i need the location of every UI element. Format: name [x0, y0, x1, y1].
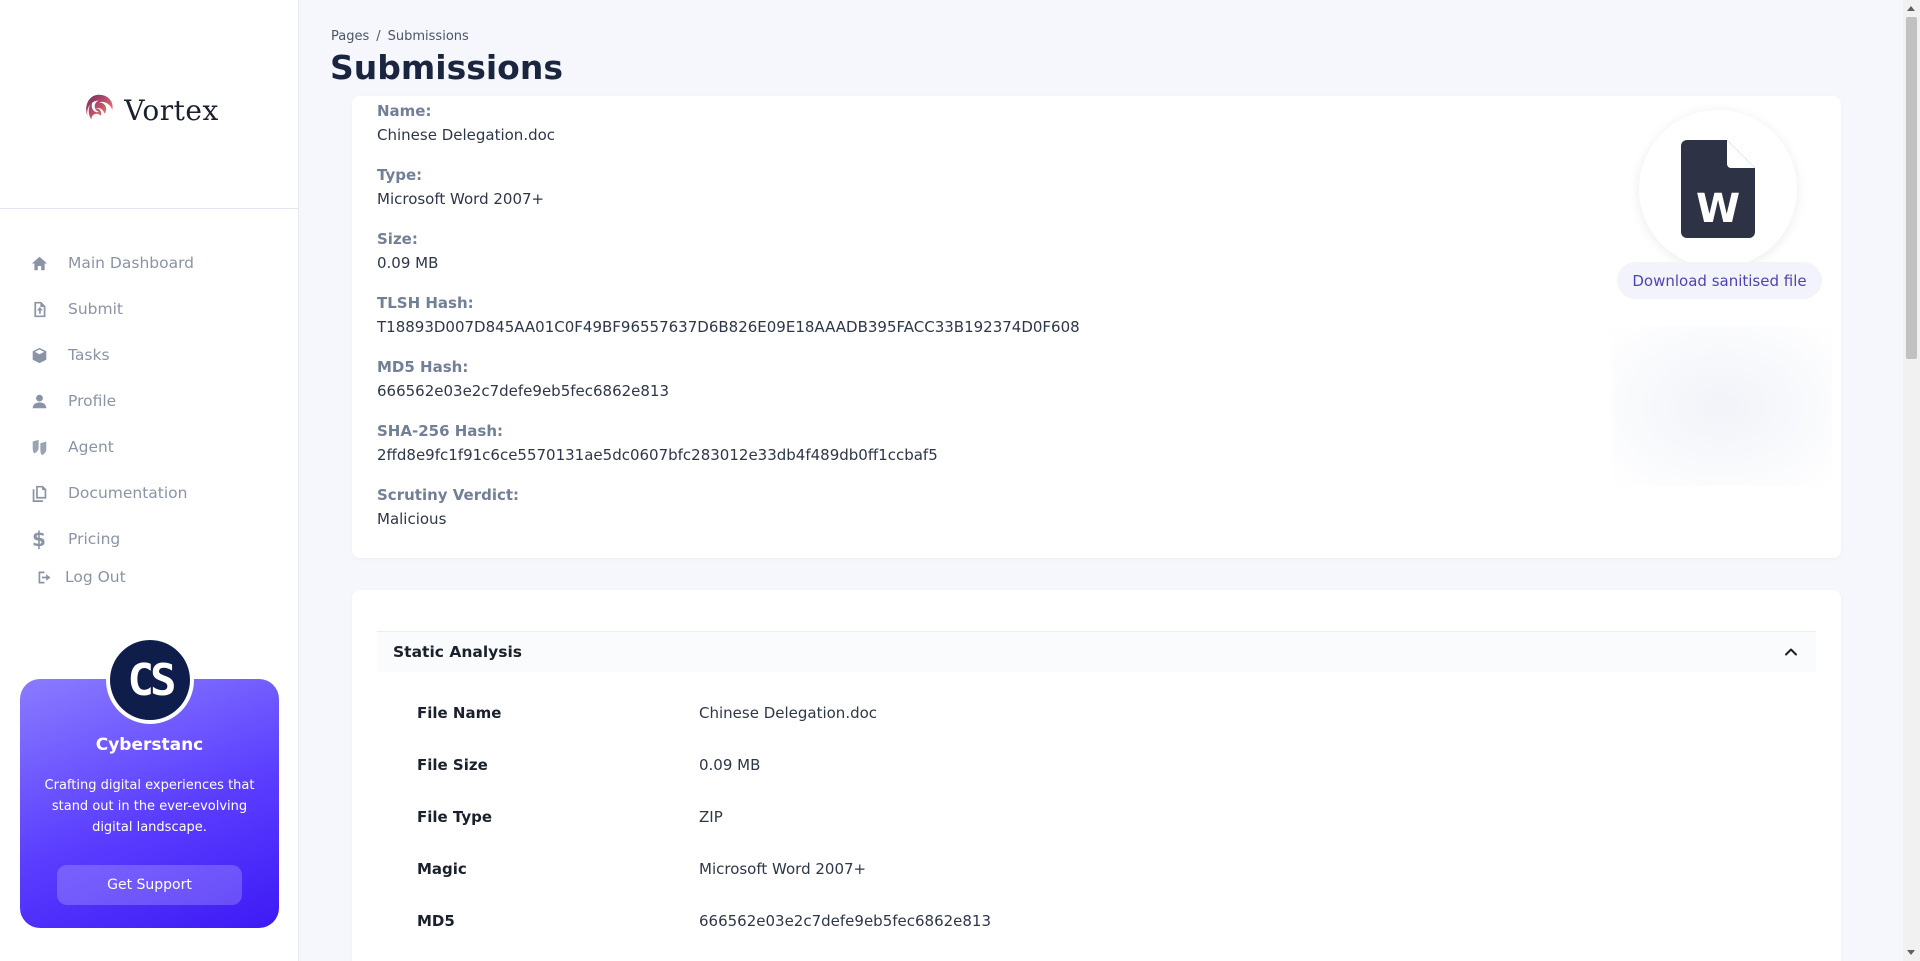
sidebar-item-label: Agent: [68, 438, 114, 456]
page-title: Submissions: [330, 48, 563, 87]
field-label: Name:: [377, 102, 432, 120]
breadcrumb: Pages / Submissions: [331, 29, 469, 44]
person-icon: [30, 392, 48, 410]
file-icon-letter: W: [1696, 186, 1740, 232]
brand-logo[interactable]: Vortex: [0, 88, 299, 132]
brand-name: Vortex: [124, 93, 219, 127]
scrollbar-thumb[interactable]: [1906, 17, 1917, 359]
file-type-badge: W: [1639, 110, 1797, 268]
breadcrumb-separator: /: [376, 29, 381, 44]
detail-value: 666562e03e2c7defe9eb5fec6862e813: [699, 912, 992, 930]
sidebar-item-profile[interactable]: Profile: [0, 378, 299, 424]
sidebar-item-tasks[interactable]: Tasks: [0, 332, 299, 378]
chevron-up-icon: [1785, 648, 1797, 656]
home-icon: [30, 254, 48, 272]
detail-value: Chinese Delegation.doc: [699, 704, 878, 722]
field-value: 666562e03e2c7defe9eb5fec6862e813: [377, 382, 670, 400]
vortex-logo-icon: [86, 94, 113, 120]
detail-key: File Size: [417, 756, 488, 774]
agent-icon: [30, 438, 48, 456]
support-promo-card: CS Cyberstanc Crafting digital experienc…: [20, 636, 279, 928]
field-label: TLSH Hash:: [377, 294, 474, 312]
sidebar-item-submit[interactable]: Submit: [0, 286, 299, 332]
sidebar-item-label: Profile: [68, 392, 117, 410]
logout-button[interactable]: Log Out: [0, 562, 299, 592]
download-sanitised-file-button[interactable]: Download sanitised file: [1617, 262, 1822, 299]
scrutiny-verdict-field: Scrutiny Verdict: Malicious: [377, 486, 519, 528]
sidebar-item-label: Tasks: [68, 346, 110, 364]
scroll-up-icon[interactable]: [1907, 6, 1915, 11]
detail-value: 0.09 MB: [699, 756, 761, 774]
detail-key: File Type: [417, 808, 493, 826]
field-label: Scrutiny Verdict:: [377, 486, 520, 504]
field-label: Size:: [377, 230, 418, 248]
breadcrumb-current: Submissions: [387, 29, 469, 44]
dollar-icon: $: [32, 527, 46, 551]
sha256-hash-field: SHA-256 Hash: 2ffd8e9fc1f91c6ce5570131ae…: [377, 422, 938, 464]
detail-row-file-name: File Name Chinese Delegation.doc: [417, 704, 877, 724]
verdict-value: Malicious: [377, 510, 447, 528]
sidebar-item-agent[interactable]: Agent: [0, 424, 299, 470]
file-type-field: Type: Microsoft Word 2007+: [377, 166, 544, 208]
cube-icon: [30, 346, 48, 364]
static-analysis-card: Static Analysis File Name Chinese Delega…: [352, 590, 1841, 961]
detail-value: ZIP: [699, 808, 723, 826]
file-name-field: Name: Chinese Delegation.doc: [377, 102, 555, 144]
detail-key: MD5: [417, 912, 455, 930]
page-scrollbar[interactable]: [1903, 0, 1920, 961]
scroll-down-icon[interactable]: [1907, 950, 1915, 955]
md5-hash-field: MD5 Hash: 666562e03e2c7defe9eb5fec6862e8…: [377, 358, 669, 400]
promo-text: Crafting digital experiences that stand …: [44, 778, 255, 835]
detail-row-magic: Magic Microsoft Word 2007+: [417, 860, 866, 880]
sidebar-item-pricing[interactable]: $ Pricing: [0, 516, 299, 562]
documents-icon: [30, 484, 48, 502]
logout-label: Log Out: [65, 568, 126, 586]
field-value: 2ffd8e9fc1f91c6ce5570131ae5dc0607bfc2830…: [377, 446, 938, 464]
tlsh-hash-field: TLSH Hash: T18893D007D845AA01C0F49BF9655…: [377, 294, 1080, 336]
field-label: Type:: [377, 166, 423, 184]
decorative-blob: [1612, 326, 1832, 486]
field-value: 0.09 MB: [377, 254, 439, 272]
get-support-button[interactable]: Get Support: [57, 865, 242, 905]
detail-row-file-type: File Type ZIP: [417, 808, 723, 828]
sidebar-item-main-dashboard[interactable]: Main Dashboard: [0, 240, 299, 286]
word-document-icon: W: [1681, 140, 1755, 238]
sidebar-nav: Main Dashboard Submit Tasks Profile Agen…: [0, 240, 299, 592]
field-value: T18893D007D845AA01C0F49BF96557637D6B826E…: [377, 318, 1080, 336]
upload-file-icon: [30, 300, 48, 318]
breadcrumb-pages-link[interactable]: Pages: [331, 29, 369, 44]
avatar-text: CS: [110, 640, 190, 720]
cyberstanc-avatar: CS: [106, 636, 194, 724]
field-value: Chinese Delegation.doc: [377, 126, 556, 144]
file-info-card: Name: Chinese Delegation.doc Type: Micro…: [352, 96, 1841, 558]
detail-key: File Name: [417, 704, 502, 722]
detail-row-file-size: File Size 0.09 MB: [417, 756, 760, 776]
accordion-title: Static Analysis: [393, 643, 523, 661]
sidebar-item-label: Main Dashboard: [68, 254, 195, 272]
sidebar-item-documentation[interactable]: Documentation: [0, 470, 299, 516]
detail-row-md5: MD5 666562e03e2c7defe9eb5fec6862e813: [417, 912, 991, 932]
field-label: SHA-256 Hash:: [377, 422, 504, 440]
field-value: Microsoft Word 2007+: [377, 190, 545, 208]
logout-icon: [35, 568, 53, 586]
detail-key: Magic: [417, 860, 467, 878]
sidebar-divider: [0, 208, 299, 209]
promo-title: Cyberstanc: [95, 735, 204, 755]
field-label: MD5 Hash:: [377, 358, 469, 376]
detail-value: Microsoft Word 2007+: [699, 860, 867, 878]
sidebar-item-label: Pricing: [68, 530, 121, 548]
static-analysis-accordion-toggle[interactable]: Static Analysis: [377, 631, 1816, 672]
sidebar-item-label: Submit: [68, 300, 123, 318]
sidebar: Vortex Main Dashboard Submit Tasks Profi…: [0, 0, 299, 961]
file-size-field: Size: 0.09 MB: [377, 230, 438, 272]
sidebar-item-label: Documentation: [68, 484, 188, 502]
